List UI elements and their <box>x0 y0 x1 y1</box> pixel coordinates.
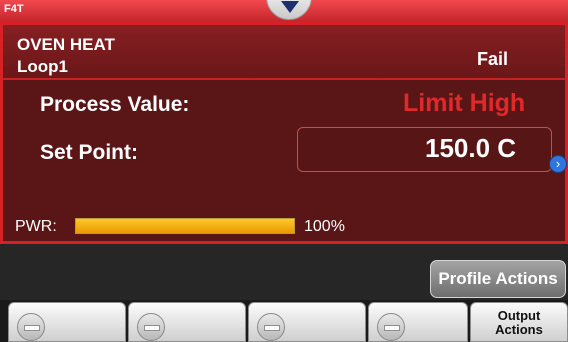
set-point-label: Set Point: <box>40 141 138 164</box>
minus-icon <box>257 313 285 341</box>
minus-icon <box>137 313 165 341</box>
loop-name: Loop1 <box>17 57 68 76</box>
power-percent: 100% <box>304 218 345 235</box>
minus-icon <box>17 313 45 341</box>
softkey-4[interactable] <box>368 302 468 342</box>
menu-pulldown-tab[interactable] <box>266 0 312 20</box>
power-bar-fill <box>76 219 294 233</box>
power-label: PWR: <box>15 218 57 235</box>
loop-header: OVEN HEAT Loop1 Fail <box>3 25 565 80</box>
loop-title: OVEN HEAT <box>17 35 115 54</box>
power-bar <box>75 218 295 234</box>
process-value-label: Process Value: <box>40 93 190 116</box>
output-actions-line2: Actions <box>495 322 543 337</box>
set-point-value[interactable]: 150.0 C <box>425 133 516 164</box>
softkey-2[interactable] <box>128 302 246 342</box>
brand-label: F4T <box>4 3 24 15</box>
minus-icon <box>377 313 405 341</box>
softkey-1[interactable] <box>8 302 126 342</box>
output-actions-button[interactable]: Output Actions <box>470 302 568 342</box>
output-actions-label: Output Actions <box>471 309 567 337</box>
process-value: Limit High <box>403 89 526 117</box>
chevron-right-icon[interactable]: › <box>549 155 567 173</box>
loop-status: Fail <box>477 49 509 69</box>
chevron-down-icon <box>281 1 299 13</box>
output-actions-line1: Output <box>497 308 541 323</box>
softkey-3[interactable] <box>248 302 366 342</box>
profile-actions-button[interactable]: Profile Actions <box>430 260 566 298</box>
top-bar: F4T <box>0 0 568 22</box>
